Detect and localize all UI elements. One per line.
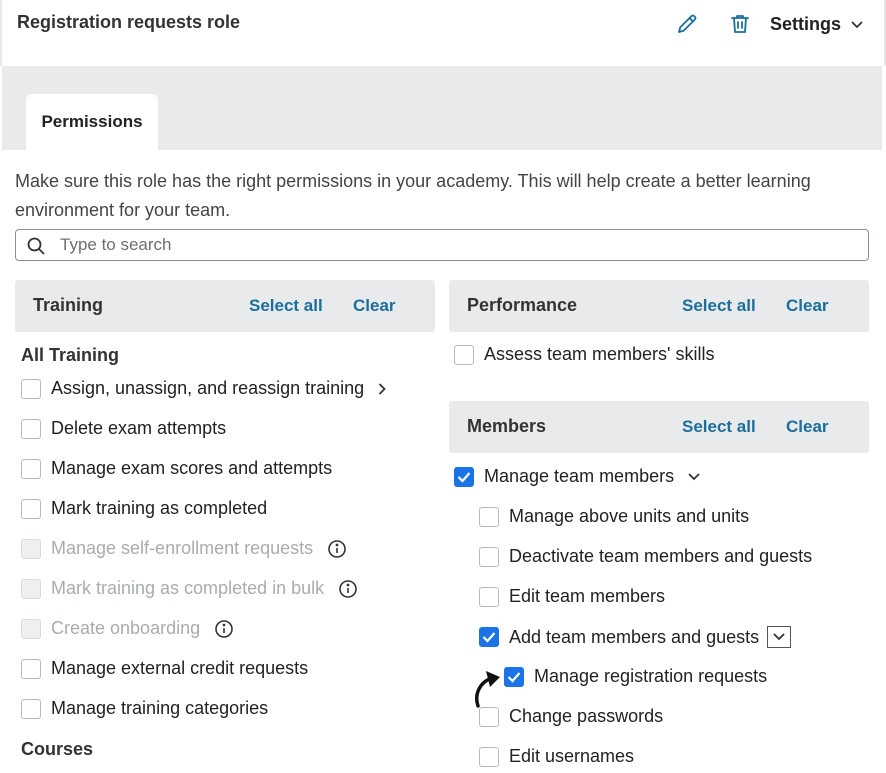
permission-label: Assign, unassign, and reassign training <box>51 378 365 398</box>
permission-label: Create onboarding <box>51 618 201 638</box>
expand-toggle-button[interactable] <box>767 626 792 648</box>
permission-label: Edit usernames <box>509 746 635 766</box>
permission-mark-training-completed[interactable]: Mark training as completed <box>21 498 267 519</box>
group-label-all-training: All Training <box>21 345 120 365</box>
permission-label: Assess team members' skills <box>484 344 715 364</box>
delete-role-button[interactable] <box>728 12 752 36</box>
permission-label: Delete exam attempts <box>51 418 227 438</box>
performance-select-all-link[interactable]: Select all <box>682 296 756 316</box>
permissions-description: Make sure this role has the right permis… <box>15 171 811 220</box>
permission-label: Manage above units and units <box>509 506 750 526</box>
chevron-right-icon[interactable] <box>378 382 386 395</box>
permission-label: Change passwords <box>509 706 664 726</box>
role-header: Registration requests role Settings <box>0 0 886 66</box>
performance-section-title: Performance <box>467 295 578 315</box>
permission-label: Manage training categories <box>51 698 269 718</box>
permission-assess-skills[interactable]: Assess team members' skills <box>454 344 714 365</box>
checkbox[interactable] <box>479 746 499 767</box>
curved-arrow-icon <box>475 671 500 708</box>
checkbox-checked[interactable] <box>454 466 474 487</box>
permission-label: Manage external credit requests <box>51 658 309 678</box>
trash-icon <box>731 15 749 33</box>
settings-label: Settings <box>770 14 842 34</box>
checkbox <box>21 618 41 639</box>
permission-label: Manage team members <box>484 466 675 486</box>
checkmark-icon <box>482 632 496 643</box>
permission-label: Manage registration requests <box>534 666 768 686</box>
permission-manage-team-members[interactable]: Manage team members <box>454 466 700 487</box>
permission-assign-training[interactable]: Assign, unassign, and reassign training <box>21 378 386 399</box>
tab-permissions[interactable]: Permissions <box>26 94 158 150</box>
permission-manage-exam-scores[interactable]: Manage exam scores and attempts <box>21 458 332 479</box>
permission-deactivate-members[interactable]: Deactivate team members and guests <box>479 546 812 567</box>
checkbox[interactable] <box>479 586 499 607</box>
permission-training-categories[interactable]: Manage training categories <box>21 698 268 719</box>
chevron-down-icon[interactable] <box>688 472 700 481</box>
members-section-title: Members <box>467 416 547 436</box>
performance-clear-link[interactable]: Clear <box>786 296 829 316</box>
role-title: Registration requests role <box>17 12 241 32</box>
info-icon[interactable] <box>327 539 347 559</box>
chevron-down-icon <box>773 633 785 641</box>
checkbox[interactable] <box>479 506 499 527</box>
permission-self-enrollment-requests: Manage self-enrollment requests <box>21 538 347 559</box>
permission-change-passwords[interactable]: Change passwords <box>479 706 663 727</box>
info-icon[interactable] <box>338 579 358 599</box>
permission-add-team-members[interactable]: Add team members and guests <box>479 626 792 648</box>
members-clear-link[interactable]: Clear <box>786 417 829 437</box>
permission-manage-registration-requests[interactable]: Manage registration requests <box>504 666 767 687</box>
training-select-all-link[interactable]: Select all <box>249 296 323 316</box>
members-select-all-link[interactable]: Select all <box>682 417 756 437</box>
checkbox[interactable] <box>21 458 41 479</box>
checkbox <box>21 578 41 599</box>
permission-manage-above-units[interactable]: Manage above units and units <box>479 506 749 527</box>
permission-edit-team-members[interactable]: Edit team members <box>479 586 665 607</box>
checkbox <box>21 538 41 559</box>
checkbox-checked[interactable] <box>504 666 524 687</box>
permission-label: Manage self-enrollment requests <box>51 538 314 558</box>
edit-role-button[interactable] <box>675 12 699 36</box>
permission-label: Edit team members <box>509 586 666 606</box>
permission-delete-exam-attempts[interactable]: Delete exam attempts <box>21 418 226 439</box>
checkbox[interactable] <box>454 344 474 365</box>
pencil-icon <box>678 14 697 33</box>
training-section-header: Training Select all Clear <box>15 280 435 332</box>
checkmark-icon <box>457 471 471 483</box>
training-section-title: Training <box>33 295 104 315</box>
permission-mark-completed-bulk: Mark training as completed in bulk <box>21 578 358 599</box>
permission-label: Manage exam scores and attempts <box>51 458 333 478</box>
checkbox[interactable] <box>21 418 41 439</box>
checkbox[interactable] <box>21 498 41 519</box>
search-input[interactable] <box>60 233 850 257</box>
permission-label: Mark training as completed in bulk <box>51 578 325 598</box>
settings-dropdown[interactable]: Settings <box>770 14 863 35</box>
checkbox[interactable] <box>21 698 41 719</box>
members-section-header: Members Select all Clear <box>449 401 869 453</box>
permission-label: Deactivate team members and guests <box>509 546 813 566</box>
search-box <box>15 229 869 261</box>
checkbox[interactable] <box>479 706 499 727</box>
search-icon <box>27 237 45 255</box>
permission-external-credit-requests[interactable]: Manage external credit requests <box>21 658 308 679</box>
training-clear-link[interactable]: Clear <box>353 296 396 316</box>
checkbox[interactable] <box>21 378 41 399</box>
permission-edit-usernames[interactable]: Edit usernames <box>479 746 634 767</box>
info-icon[interactable] <box>214 619 234 639</box>
performance-section-header: Performance Select all Clear <box>449 280 869 332</box>
checkbox[interactable] <box>479 546 499 567</box>
chevron-down-icon <box>851 20 863 28</box>
permission-label: Add team members and guests <box>509 626 760 647</box>
checkbox-checked[interactable] <box>479 627 499 647</box>
permission-label: Mark training as completed <box>51 498 268 518</box>
checkbox[interactable] <box>21 658 41 679</box>
checkmark-icon <box>507 671 521 683</box>
group-label-courses: Courses <box>21 739 94 759</box>
permission-create-onboarding: Create onboarding <box>21 618 234 639</box>
